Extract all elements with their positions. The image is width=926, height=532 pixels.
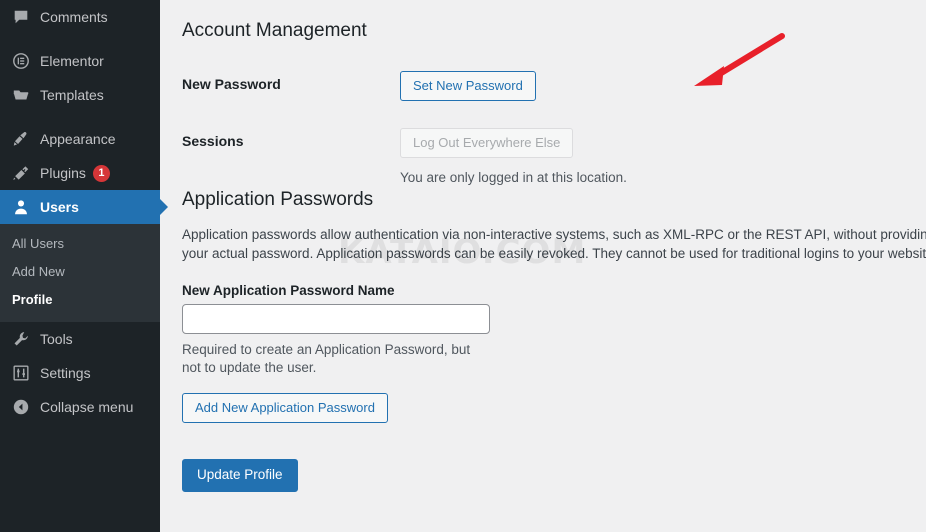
sidebar-item-elementor[interactable]: Elementor (0, 44, 160, 78)
sessions-label: Sessions (182, 133, 244, 149)
sessions-help-text: You are only logged in at this location. (400, 170, 627, 185)
sidebar-divider (0, 112, 160, 122)
sidebar-item-label: Appearance (40, 131, 116, 147)
templates-folder-icon (11, 85, 31, 105)
sidebar-item-label: Tools (40, 331, 73, 347)
submenu-item-add-new[interactable]: Add New (0, 258, 160, 286)
sidebar-item-templates[interactable]: Templates (0, 78, 160, 112)
log-out-everywhere-else-button[interactable]: Log Out Everywhere Else (400, 128, 574, 158)
add-new-application-password-button[interactable]: Add New Application Password (182, 393, 388, 423)
new-password-label: New Password (182, 76, 281, 92)
admin-sidebar: Comments Elementor Templates Appearance … (0, 0, 168, 532)
sidebar-item-comments[interactable]: Comments (0, 0, 160, 34)
elementor-icon (11, 51, 31, 71)
sidebar-item-label: Settings (40, 365, 91, 381)
set-new-password-button[interactable]: Set New Password (400, 71, 536, 101)
sidebar-item-users[interactable]: Users (0, 190, 168, 224)
application-passwords-description: Application passwords allow authenticati… (182, 227, 926, 261)
sidebar-item-label: Elementor (40, 53, 104, 69)
users-submenu: All Users Add New Profile (0, 224, 160, 322)
sidebar-item-plugins[interactable]: Plugins 1 (0, 156, 160, 190)
sidebar-item-tools[interactable]: Tools (0, 322, 160, 356)
sidebar-item-settings[interactable]: Settings (0, 356, 160, 390)
plugins-plug-icon (11, 163, 31, 183)
collapse-arrow-icon (11, 397, 31, 417)
plugins-update-badge: 1 (92, 164, 110, 182)
users-person-icon (11, 197, 31, 217)
sidebar-item-label: Templates (40, 87, 104, 103)
sidebar-item-label: Users (40, 199, 79, 215)
comments-icon (11, 7, 31, 27)
settings-sliders-icon (11, 363, 31, 383)
wordpress-admin-screen: Comments Elementor Templates Appearance … (0, 0, 926, 532)
application-password-name-help: Required to create an Application Passwo… (182, 342, 471, 375)
sidebar-item-label: Comments (40, 9, 108, 25)
account-management-title: Account Management (182, 20, 367, 41)
submenu-item-profile[interactable]: Profile (0, 286, 160, 314)
sidebar-item-label: Collapse menu (40, 399, 134, 415)
new-password-row: New Password Set New Password (182, 71, 926, 101)
new-application-password-name-input[interactable] (182, 304, 490, 334)
new-application-password-name-label: New Application Password Name (182, 283, 395, 298)
sidebar-item-appearance[interactable]: Appearance (0, 122, 160, 156)
profile-content-area: Account Management New Password Set New … (160, 0, 926, 532)
tools-wrench-icon (11, 329, 31, 349)
submenu-item-all-users[interactable]: All Users (0, 230, 160, 258)
sidebar-item-collapse-menu[interactable]: Collapse menu (0, 390, 160, 424)
sessions-row: Sessions Log Out Everywhere Else You are… (182, 128, 926, 187)
sidebar-divider (0, 34, 160, 44)
application-passwords-title: Application Passwords (182, 189, 374, 210)
sidebar-item-label: Plugins (40, 165, 86, 181)
appearance-brush-icon (11, 129, 31, 149)
update-profile-button[interactable]: Update Profile (182, 459, 298, 492)
